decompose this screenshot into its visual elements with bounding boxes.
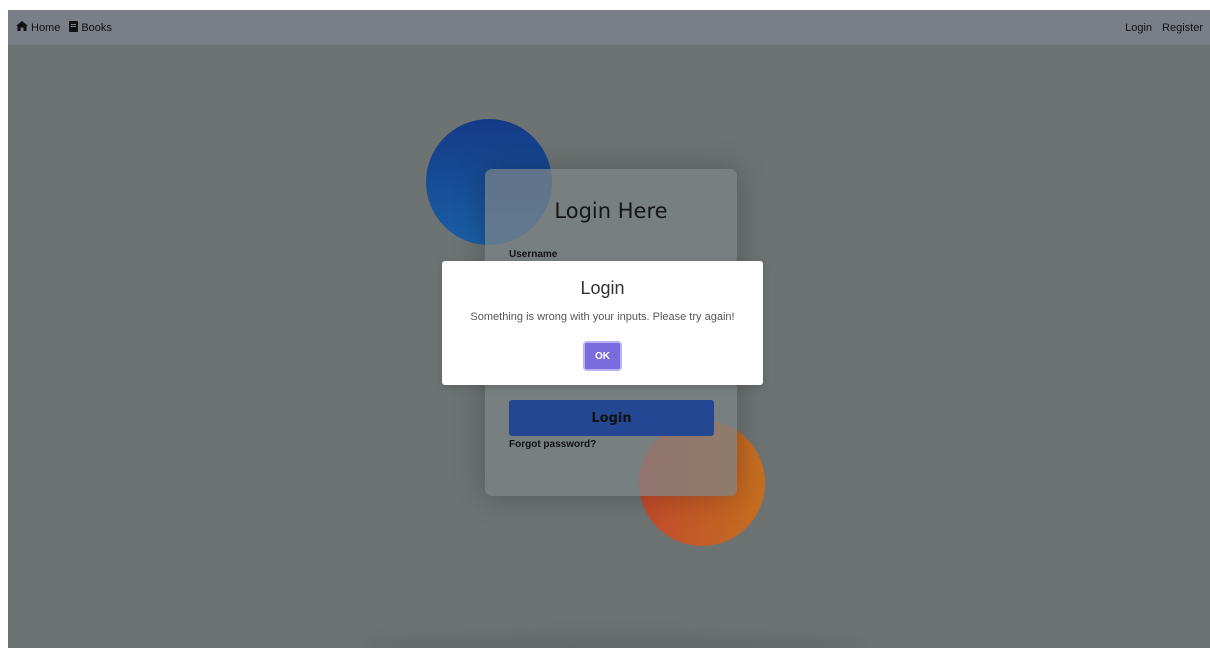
login-card-title: Login Here <box>554 199 668 223</box>
nav-login-label: Login <box>1125 21 1153 34</box>
ok-button[interactable]: OK <box>583 341 622 371</box>
nav-books-label: Books <box>81 21 112 34</box>
bottom-shadow <box>358 635 868 648</box>
navbar-left: Home Books <box>8 20 121 35</box>
navbar-right: Login Register <box>1115 22 1210 34</box>
nav-login-link[interactable]: Login <box>1125 22 1152 34</box>
nav-home-link[interactable]: Home <box>16 21 60 34</box>
login-submit-button[interactable]: Login <box>509 400 714 436</box>
alert-modal: Login Something is wrong with your input… <box>442 261 763 385</box>
nav-books-link[interactable]: Books <box>69 20 112 35</box>
book-icon <box>69 20 79 35</box>
nav-home-label: Home <box>31 21 61 34</box>
modal-title: Login <box>580 278 625 298</box>
home-icon <box>16 21 28 34</box>
nav-register-label: Register <box>1162 21 1203 34</box>
username-label: Username <box>509 249 558 260</box>
nav-register-link[interactable]: Register <box>1162 22 1203 34</box>
forgot-password-link[interactable]: Forgot password? <box>509 439 596 450</box>
modal-message: Something is wrong with your inputs. Ple… <box>470 311 735 323</box>
navbar: Home Books Login Register <box>8 10 1210 45</box>
